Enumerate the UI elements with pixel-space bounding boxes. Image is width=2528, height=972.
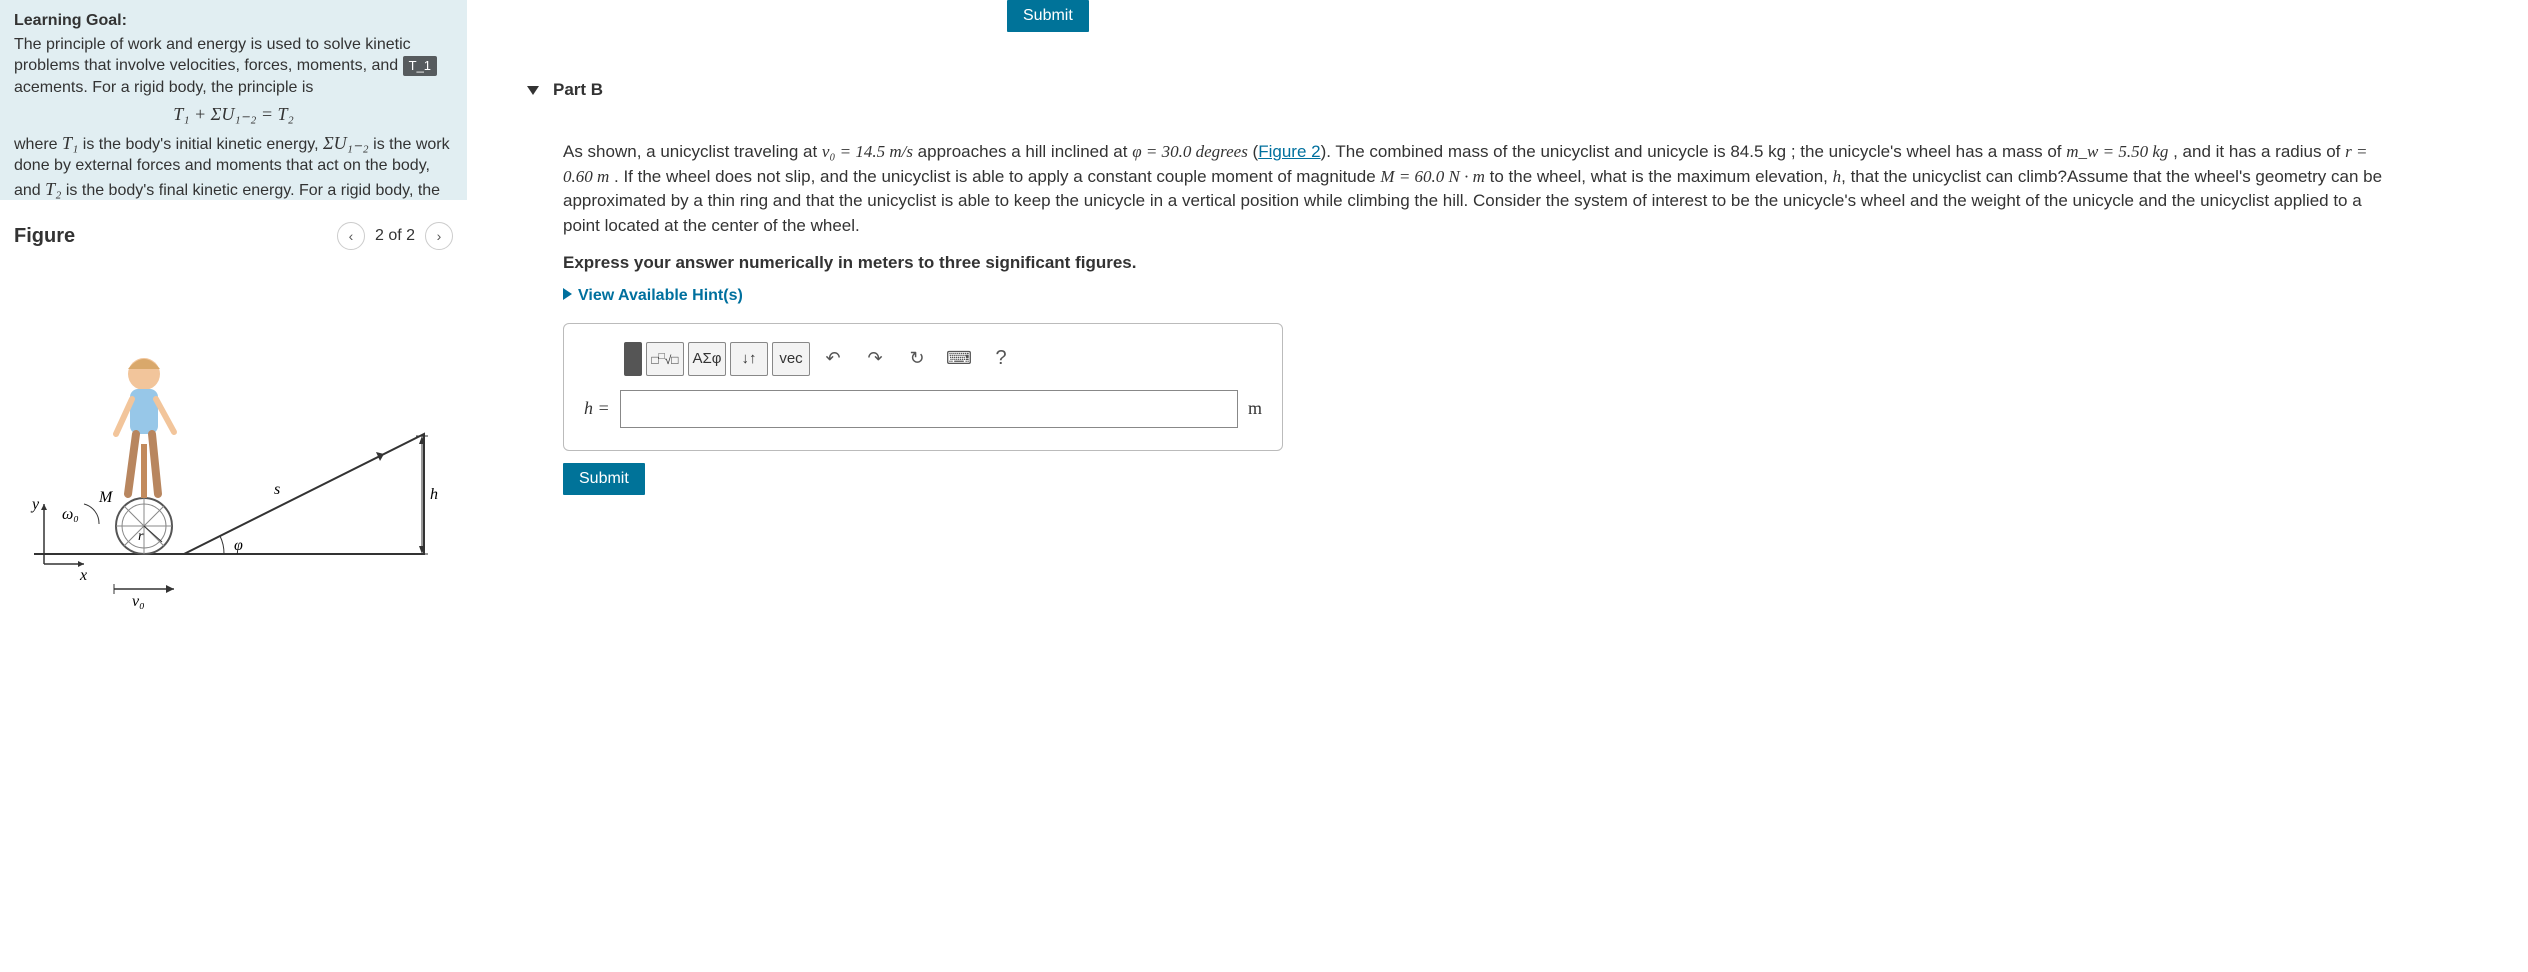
part-title: Part B — [553, 80, 603, 100]
svg-text:φ: φ — [234, 537, 243, 554]
svg-text:s: s — [274, 481, 280, 498]
problem-statement: As shown, a unicyclist traveling at v₀ =… — [563, 140, 2383, 239]
learning-goal-title: Learning Goal: — [14, 10, 453, 32]
undo-button[interactable]: ↶ — [814, 342, 852, 376]
figure-diagram: y x M ω₀ r s φ — [6, 294, 461, 614]
greek-button[interactable]: ΑΣφ — [688, 342, 726, 376]
templates-button[interactable]: □□√□ — [646, 342, 684, 376]
submit-button[interactable]: Submit — [563, 463, 645, 495]
lg-text: The principle of work and energy is used… — [14, 36, 411, 75]
submit-button-top[interactable]: Submit — [1007, 0, 1089, 32]
t1-var: T₁ — [62, 133, 78, 153]
svg-text:r: r — [138, 529, 144, 544]
lg-text: where — [14, 136, 62, 153]
svg-text:h: h — [430, 486, 438, 503]
pager-text: 2 of 2 — [375, 227, 415, 245]
figure-pager: ‹ 2 of 2 › — [337, 222, 453, 250]
t2-var: T₂ — [45, 179, 61, 199]
equation-toolbar: □□√□ ΑΣφ ↓↑ vec ↶ ↷ ↻ ⌨ ? — [624, 342, 1262, 376]
reset-button[interactable]: ↻ — [898, 342, 936, 376]
svg-text:M: M — [98, 489, 114, 506]
learning-goal-panel: Learning Goal: The principle of work and… — [0, 0, 467, 200]
lg-text: is the body's initial kinetic energy, — [78, 136, 323, 153]
help-button[interactable]: ? — [982, 342, 1020, 376]
collapse-icon — [527, 86, 539, 95]
view-hints-link[interactable]: View Available Hint(s) — [563, 287, 2504, 305]
svg-text:y: y — [30, 496, 40, 513]
answer-unit: m — [1248, 398, 1262, 419]
svg-text:ω₀: ω₀ — [62, 506, 79, 523]
figure-2-link[interactable]: Figure 2 — [1258, 142, 1320, 161]
toolbar-handle[interactable] — [624, 342, 642, 376]
answer-variable-label: h = — [584, 398, 610, 419]
answer-box: □□√□ ΑΣφ ↓↑ vec ↶ ↷ ↻ ⌨ ? h = m — [563, 323, 1283, 451]
answer-instruction: Express your answer numerically in meter… — [563, 253, 2504, 273]
part-b-header[interactable]: Part B — [527, 80, 2504, 100]
badge-t1[interactable]: T_1 — [403, 56, 437, 76]
lg-text: acements. For a rigid body, the principl… — [14, 79, 313, 96]
pager-next-button[interactable]: › — [425, 222, 453, 250]
keyboard-button[interactable]: ⌨ — [940, 342, 978, 376]
sumu-var: ΣU₁₋₂ — [323, 133, 369, 153]
figure-title: Figure — [14, 225, 75, 248]
lg-text: is the body's final kinetic energy. For … — [14, 182, 440, 200]
svg-text:x: x — [79, 567, 87, 584]
svg-text:v₀: v₀ — [132, 593, 145, 610]
principle-equation: T₁ + ΣU₁₋₂ = T₂ — [14, 102, 453, 126]
pager-prev-button[interactable]: ‹ — [337, 222, 365, 250]
redo-button[interactable]: ↷ — [856, 342, 894, 376]
subsup-button[interactable]: ↓↑ — [730, 342, 768, 376]
expand-icon — [563, 288, 572, 300]
answer-input[interactable] — [620, 390, 1238, 428]
vec-button[interactable]: vec — [772, 342, 810, 376]
